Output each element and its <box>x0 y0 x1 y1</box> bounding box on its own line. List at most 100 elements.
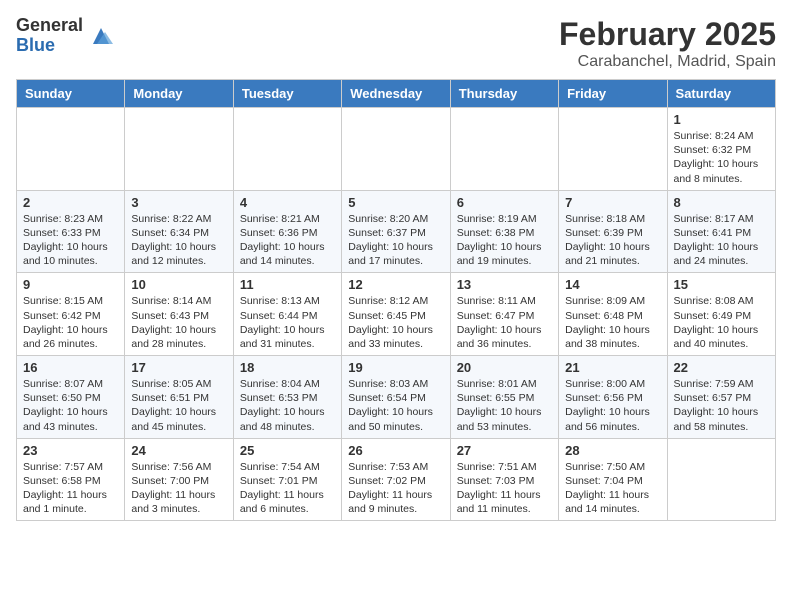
day-number: 17 <box>131 360 226 375</box>
calendar-cell: 25 Sunrise: 7:54 AM Sunset: 7:01 PM Dayli… <box>233 438 341 521</box>
day-of-week-header: Saturday <box>667 80 775 108</box>
calendar-cell: 27 Sunrise: 7:51 AM Sunset: 7:03 PM Dayli… <box>450 438 558 521</box>
calendar-cell: 21Sunrise: 8:00 AM Sunset: 6:56 PM Dayli… <box>559 356 667 439</box>
day-number: 24 <box>131 443 226 458</box>
day-number: 27 <box>457 443 552 458</box>
calendar-cell <box>125 108 233 191</box>
logo-general: General <box>16 16 83 36</box>
calendar-cell: 9 Sunrise: 8:15 AM Sunset: 6:42 PM Daylig… <box>17 273 125 356</box>
day-number: 12 <box>348 277 443 292</box>
calendar-cell: 4 Sunrise: 8:21 AM Sunset: 6:36 PM Daylig… <box>233 190 341 273</box>
day-info: Sunrise: 8:11 AM Sunset: 6:47 PM Dayligh… <box>457 294 552 351</box>
day-number: 20 <box>457 360 552 375</box>
calendar-cell: 19 Sunrise: 8:03 AM Sunset: 6:54 PM Dayli… <box>342 356 450 439</box>
day-info: Sunrise: 7:53 AM Sunset: 7:02 PM Dayligh… <box>348 460 443 517</box>
calendar-cell <box>342 108 450 191</box>
day-info: Sunrise: 7:50 AM Sunset: 7:04 PM Dayligh… <box>565 460 660 517</box>
day-info: Sunrise: 8:14 AM Sunset: 6:43 PM Dayligh… <box>131 294 226 351</box>
calendar-cell: 17 Sunrise: 8:05 AM Sunset: 6:51 PM Dayli… <box>125 356 233 439</box>
day-number: 1 <box>674 112 769 127</box>
calendar-cell: 5 Sunrise: 8:20 AM Sunset: 6:37 PM Daylig… <box>342 190 450 273</box>
calendar-cell: 23 Sunrise: 7:57 AM Sunset: 6:58 PM Dayli… <box>17 438 125 521</box>
logo-blue: Blue <box>16 36 83 56</box>
day-number: 15 <box>674 277 769 292</box>
calendar-cell <box>667 438 775 521</box>
month-title: February 2025 <box>559 16 776 53</box>
day-of-week-header: Monday <box>125 80 233 108</box>
day-info: Sunrise: 8:21 AM Sunset: 6:36 PM Dayligh… <box>240 212 335 269</box>
calendar-cell: 11 Sunrise: 8:13 AM Sunset: 6:44 PM Dayli… <box>233 273 341 356</box>
calendar-cell: 12 Sunrise: 8:12 AM Sunset: 6:45 PM Dayli… <box>342 273 450 356</box>
day-number: 8 <box>674 195 769 210</box>
calendar-cell: 28 Sunrise: 7:50 AM Sunset: 7:04 PM Dayli… <box>559 438 667 521</box>
logo-icon <box>87 22 115 50</box>
day-info: Sunrise: 8:20 AM Sunset: 6:37 PM Dayligh… <box>348 212 443 269</box>
calendar-cell: 20 Sunrise: 8:01 AM Sunset: 6:55 PM Dayli… <box>450 356 558 439</box>
day-info: Sunrise: 8:12 AM Sunset: 6:45 PM Dayligh… <box>348 294 443 351</box>
day-number: 7 <box>565 195 660 210</box>
calendar-cell: 10 Sunrise: 8:14 AM Sunset: 6:43 PM Dayli… <box>125 273 233 356</box>
day-info: Sunrise: 7:57 AM Sunset: 6:58 PM Dayligh… <box>23 460 118 517</box>
day-info: Sunrise: 8:03 AM Sunset: 6:54 PM Dayligh… <box>348 377 443 434</box>
calendar-cell <box>559 108 667 191</box>
calendar-cell: 2Sunrise: 8:23 AM Sunset: 6:33 PM Daylig… <box>17 190 125 273</box>
day-info: Sunrise: 7:56 AM Sunset: 7:00 PM Dayligh… <box>131 460 226 517</box>
day-info: Sunrise: 8:04 AM Sunset: 6:53 PM Dayligh… <box>240 377 335 434</box>
day-number: 5 <box>348 195 443 210</box>
day-number: 26 <box>348 443 443 458</box>
day-info: Sunrise: 8:13 AM Sunset: 6:44 PM Dayligh… <box>240 294 335 351</box>
day-info: Sunrise: 8:01 AM Sunset: 6:55 PM Dayligh… <box>457 377 552 434</box>
day-number: 2 <box>23 195 118 210</box>
day-info: Sunrise: 8:18 AM Sunset: 6:39 PM Dayligh… <box>565 212 660 269</box>
calendar-table: SundayMondayTuesdayWednesdayThursdayFrid… <box>16 79 776 521</box>
logo-text: General Blue <box>16 16 83 56</box>
day-number: 11 <box>240 277 335 292</box>
calendar-cell: 7 Sunrise: 8:18 AM Sunset: 6:39 PM Daylig… <box>559 190 667 273</box>
day-info: Sunrise: 7:59 AM Sunset: 6:57 PM Dayligh… <box>674 377 769 434</box>
calendar-header-row: SundayMondayTuesdayWednesdayThursdayFrid… <box>17 80 776 108</box>
calendar-cell <box>233 108 341 191</box>
calendar-week-row: 23 Sunrise: 7:57 AM Sunset: 6:58 PM Dayli… <box>17 438 776 521</box>
calendar-cell: 6Sunrise: 8:19 AM Sunset: 6:38 PM Daylig… <box>450 190 558 273</box>
calendar-cell: 26 Sunrise: 7:53 AM Sunset: 7:02 PM Dayli… <box>342 438 450 521</box>
day-number: 19 <box>348 360 443 375</box>
calendar-week-row: 9 Sunrise: 8:15 AM Sunset: 6:42 PM Daylig… <box>17 273 776 356</box>
calendar-cell: 1 Sunrise: 8:24 AM Sunset: 6:32 PM Daylig… <box>667 108 775 191</box>
day-info: Sunrise: 8:15 AM Sunset: 6:42 PM Dayligh… <box>23 294 118 351</box>
day-info: Sunrise: 8:24 AM Sunset: 6:32 PM Dayligh… <box>674 129 769 186</box>
day-info: Sunrise: 8:09 AM Sunset: 6:48 PM Dayligh… <box>565 294 660 351</box>
day-number: 9 <box>23 277 118 292</box>
day-info: Sunrise: 8:05 AM Sunset: 6:51 PM Dayligh… <box>131 377 226 434</box>
day-number: 14 <box>565 277 660 292</box>
day-of-week-header: Sunday <box>17 80 125 108</box>
calendar-week-row: 1 Sunrise: 8:24 AM Sunset: 6:32 PM Daylig… <box>17 108 776 191</box>
calendar-cell: 16 Sunrise: 8:07 AM Sunset: 6:50 PM Dayli… <box>17 356 125 439</box>
day-info: Sunrise: 8:07 AM Sunset: 6:50 PM Dayligh… <box>23 377 118 434</box>
day-number: 10 <box>131 277 226 292</box>
day-of-week-header: Thursday <box>450 80 558 108</box>
calendar-week-row: 16 Sunrise: 8:07 AM Sunset: 6:50 PM Dayli… <box>17 356 776 439</box>
day-number: 16 <box>23 360 118 375</box>
day-of-week-header: Wednesday <box>342 80 450 108</box>
day-number: 4 <box>240 195 335 210</box>
calendar-cell: 22Sunrise: 7:59 AM Sunset: 6:57 PM Dayli… <box>667 356 775 439</box>
page-header: General Blue February 2025 Carabanchel, … <box>16 16 776 71</box>
day-number: 25 <box>240 443 335 458</box>
logo: General Blue <box>16 16 115 56</box>
calendar-cell: 3 Sunrise: 8:22 AM Sunset: 6:34 PM Daylig… <box>125 190 233 273</box>
day-info: Sunrise: 8:22 AM Sunset: 6:34 PM Dayligh… <box>131 212 226 269</box>
calendar-cell <box>450 108 558 191</box>
day-number: 13 <box>457 277 552 292</box>
day-number: 28 <box>565 443 660 458</box>
calendar-cell: 14 Sunrise: 8:09 AM Sunset: 6:48 PM Dayli… <box>559 273 667 356</box>
calendar-cell: 24 Sunrise: 7:56 AM Sunset: 7:00 PM Dayli… <box>125 438 233 521</box>
day-number: 6 <box>457 195 552 210</box>
day-info: Sunrise: 7:54 AM Sunset: 7:01 PM Dayligh… <box>240 460 335 517</box>
day-number: 3 <box>131 195 226 210</box>
day-of-week-header: Tuesday <box>233 80 341 108</box>
calendar-cell: 13 Sunrise: 8:11 AM Sunset: 6:47 PM Dayli… <box>450 273 558 356</box>
calendar-cell <box>17 108 125 191</box>
day-info: Sunrise: 7:51 AM Sunset: 7:03 PM Dayligh… <box>457 460 552 517</box>
day-number: 23 <box>23 443 118 458</box>
day-number: 21 <box>565 360 660 375</box>
